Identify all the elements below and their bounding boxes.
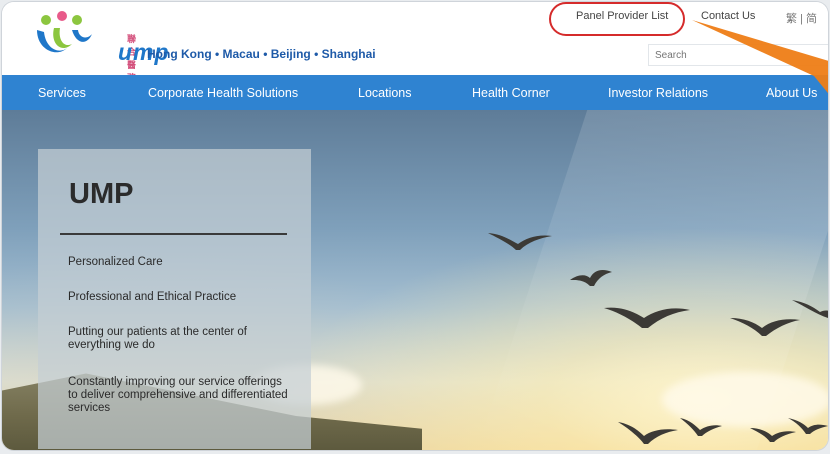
panel-title: UMP bbox=[69, 178, 134, 210]
panel-bullet-professional-ethical: Professional and Ethical Practice bbox=[68, 291, 237, 303]
site-header: 聯合醫務 ump Hong Kong • Macau • Beijing • S… bbox=[2, 2, 828, 83]
bird-icon bbox=[730, 318, 800, 336]
bird-icon bbox=[488, 233, 552, 250]
nav-item-about-us[interactable]: About Us bbox=[766, 86, 817, 100]
contact-us-link[interactable]: Contact Us bbox=[701, 10, 755, 22]
bird-icon bbox=[570, 270, 612, 286]
language-switch[interactable]: 繁 | 简 bbox=[786, 10, 817, 26]
search-box[interactable] bbox=[648, 44, 828, 66]
hero-info-panel: UMP Personalized Care Professional and E… bbox=[38, 149, 311, 449]
nav-item-locations[interactable]: Locations bbox=[358, 86, 412, 100]
nav-item-health-corner[interactable]: Health Corner bbox=[472, 86, 550, 100]
browser-frame: 聯合醫務 ump Hong Kong • Macau • Beijing • S… bbox=[2, 2, 828, 450]
panel-bullet-improving-services: Constantly improving our service offerin… bbox=[68, 376, 288, 414]
panel-divider bbox=[60, 233, 287, 235]
nav-item-corporate-health-solutions[interactable]: Corporate Health Solutions bbox=[148, 86, 298, 100]
bird-icon bbox=[680, 418, 722, 436]
ump-logo-icon bbox=[37, 11, 92, 53]
panel-bullet-patients-center: Putting our patients at the center of ev… bbox=[68, 326, 248, 351]
bird-icon bbox=[618, 422, 678, 444]
bird-icon bbox=[604, 307, 690, 328]
regions-tagline: Hong Kong • Macau • Beijing • Shanghai bbox=[147, 47, 376, 61]
panel-bullet-personalized-care: Personalized Care bbox=[68, 256, 163, 268]
nav-item-investor-relations[interactable]: Investor Relations bbox=[608, 86, 708, 100]
main-nav: Services Corporate Health Solutions Loca… bbox=[2, 75, 828, 110]
search-input[interactable] bbox=[649, 46, 828, 65]
bird-icon bbox=[792, 300, 828, 318]
highlight-circle bbox=[549, 2, 685, 36]
nav-item-services[interactable]: Services bbox=[38, 86, 86, 100]
ump-logo[interactable]: 聯合醫務 ump bbox=[32, 10, 169, 83]
bird-icon bbox=[788, 418, 828, 434]
